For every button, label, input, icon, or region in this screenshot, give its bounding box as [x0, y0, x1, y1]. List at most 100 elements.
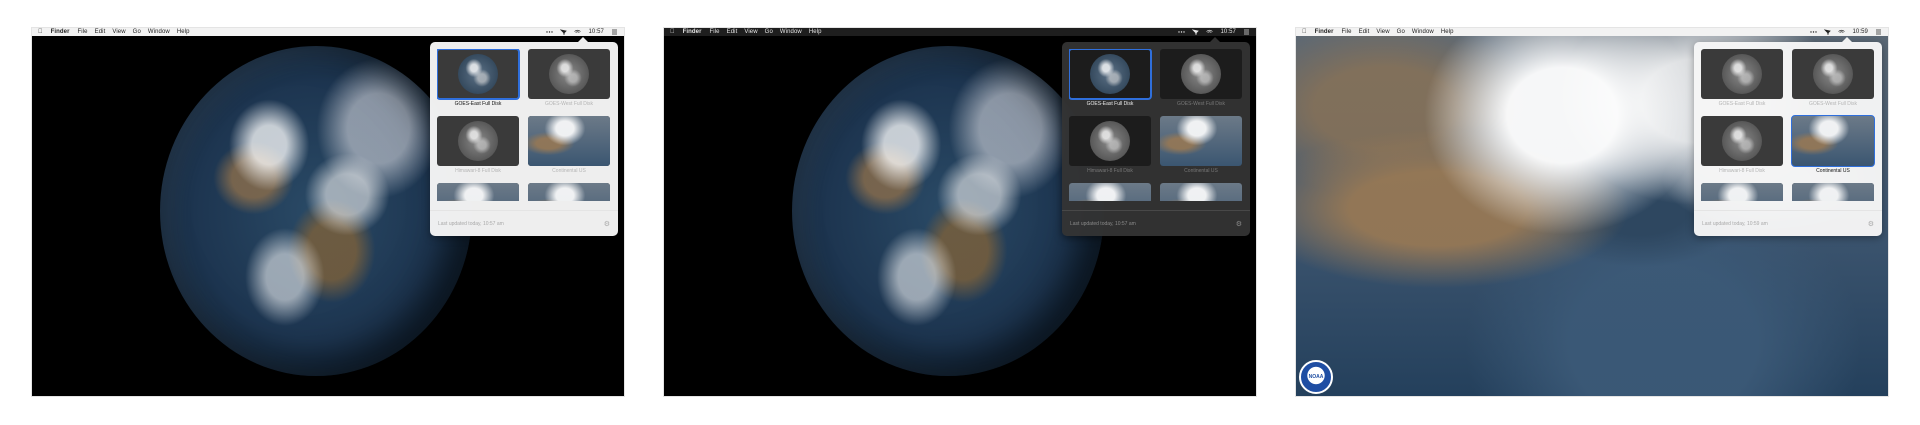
- menu-edit[interactable]: Edit: [727, 29, 738, 35]
- menu-window[interactable]: Window: [148, 29, 170, 35]
- popover-footer: Last updated today, 10:57 am ⚙: [430, 210, 618, 236]
- screenshot-3:  Finder File Edit View Go Window Help 1…: [1296, 28, 1888, 396]
- menu-app-name[interactable]: Finder: [51, 29, 70, 35]
- tile-thumbnail[interactable]: [437, 183, 519, 201]
- tile-thumbnail[interactable]: [528, 116, 610, 166]
- menu-window[interactable]: Window: [1412, 29, 1434, 35]
- screenshot-2:  Finder File Edit View Go Window Help 1…: [664, 28, 1256, 396]
- tile-extra-2[interactable]: [528, 183, 610, 201]
- last-updated-text: Last updated today, 10:57 am: [438, 220, 504, 227]
- menu-edit[interactable]: Edit: [1359, 29, 1370, 35]
- tile-continental-us[interactable]: Continental US: [1791, 115, 1875, 177]
- tile-label: GOES-West Full Disk: [1809, 101, 1857, 107]
- image-grid: GOES-East Full Disk GOES-West Full Disk …: [1701, 49, 1875, 201]
- tile-continental-us[interactable]: Continental US: [528, 116, 610, 177]
- tile-thumbnail[interactable]: [1792, 49, 1874, 99]
- menu-clock[interactable]: 10:59: [1852, 29, 1868, 35]
- tile-extra-1[interactable]: [437, 183, 519, 201]
- tile-himawari[interactable]: Himawari-8 Full Disk: [1701, 116, 1783, 177]
- menu-bar:  Finder File Edit View Go Window Help 1…: [32, 28, 624, 36]
- tile-extra-2[interactable]: [1792, 183, 1874, 201]
- menu-help[interactable]: Help: [809, 29, 822, 35]
- tile-thumbnail[interactable]: [1160, 49, 1242, 99]
- apple-icon[interactable]: : [1302, 29, 1307, 35]
- tile-thumbnail[interactable]: [528, 49, 610, 99]
- tile-label: GOES-West Full Disk: [1177, 101, 1225, 107]
- tile-thumbnail[interactable]: [1160, 183, 1242, 201]
- menu-go[interactable]: Go: [133, 29, 141, 35]
- tile-thumbnail[interactable]: [1069, 116, 1151, 166]
- menu-edit[interactable]: Edit: [95, 29, 106, 35]
- gear-icon[interactable]: ⚙: [1868, 220, 1874, 228]
- tile-thumbnail[interactable]: [1701, 49, 1783, 99]
- tile-thumbnail[interactable]: [1701, 183, 1783, 201]
- tile-goes-west[interactable]: GOES-West Full Disk: [1160, 49, 1242, 110]
- menu-view[interactable]: View: [744, 29, 757, 35]
- list-icon[interactable]: [1243, 29, 1250, 35]
- wifi-icon[interactable]: [1206, 29, 1214, 35]
- tile-goes-west[interactable]: GOES-West Full Disk: [1792, 49, 1874, 110]
- tile-thumbnail[interactable]: [1701, 116, 1783, 166]
- menu-bar:  Finder File Edit View Go Window Help 1…: [1296, 28, 1888, 36]
- tile-label: Himawari-8 Full Disk: [1087, 168, 1133, 174]
- tile-thumbnail[interactable]: [437, 116, 519, 166]
- menu-go[interactable]: Go: [765, 29, 773, 35]
- menu-file[interactable]: File: [78, 29, 88, 35]
- menu-help[interactable]: Help: [177, 29, 190, 35]
- wifi-icon[interactable]: [1838, 29, 1846, 35]
- popover-footer: Last updated today, 10:57 am ⚙: [1062, 210, 1250, 236]
- menu-clock[interactable]: 10:57: [588, 29, 604, 35]
- apple-icon[interactable]: : [38, 29, 43, 35]
- menu-file[interactable]: File: [710, 29, 720, 35]
- gear-icon[interactable]: ⚙: [1236, 220, 1242, 228]
- app-popover: GOES-East Full Disk GOES-West Full Disk …: [430, 37, 618, 236]
- tile-extra-2[interactable]: [1160, 183, 1242, 201]
- menu-app-name[interactable]: Finder: [1315, 29, 1334, 35]
- tile-label: Himawari-8 Full Disk: [1719, 168, 1765, 174]
- tile-thumbnail[interactable]: [437, 49, 520, 100]
- satellite-icon[interactable]: [1192, 29, 1200, 35]
- gear-icon[interactable]: ⚙: [604, 220, 610, 228]
- menu-go[interactable]: Go: [1397, 29, 1405, 35]
- tile-extra-1[interactable]: [1701, 183, 1783, 201]
- apple-icon[interactable]: : [670, 29, 675, 35]
- menu-clock[interactable]: 10:57: [1220, 29, 1236, 35]
- list-icon[interactable]: [1875, 29, 1882, 35]
- satellite-icon[interactable]: [1824, 29, 1832, 35]
- tile-thumbnail[interactable]: [528, 183, 610, 201]
- menu-window[interactable]: Window: [780, 29, 802, 35]
- last-updated-text: Last updated today, 10:57 am: [1070, 220, 1136, 227]
- wifi-icon[interactable]: [574, 29, 582, 35]
- menu-view[interactable]: View: [112, 29, 125, 35]
- tile-goes-east[interactable]: GOES-East Full Disk: [1069, 49, 1152, 110]
- more-icon[interactable]: [1810, 29, 1818, 35]
- tile-thumbnail[interactable]: [1792, 183, 1874, 201]
- tile-goes-east[interactable]: GOES-East Full Disk: [437, 49, 520, 110]
- noaa-logo: NOAA: [1299, 360, 1333, 394]
- tile-label: GOES-East Full Disk: [454, 101, 502, 107]
- tile-goes-west[interactable]: GOES-West Full Disk: [528, 49, 610, 110]
- last-updated-text: Last updated today, 10:59 am: [1702, 220, 1768, 227]
- more-icon[interactable]: [1178, 29, 1186, 35]
- menu-view[interactable]: View: [1376, 29, 1389, 35]
- tile-continental-us[interactable]: Continental US: [1160, 116, 1242, 177]
- satellite-icon[interactable]: [560, 29, 568, 35]
- more-icon[interactable]: [546, 29, 554, 35]
- tile-label: Continental US: [552, 168, 586, 174]
- menu-bar:  Finder File Edit View Go Window Help 1…: [664, 28, 1256, 36]
- earth-image: [792, 46, 1104, 376]
- tile-himawari[interactable]: Himawari-8 Full Disk: [1069, 116, 1151, 177]
- list-icon[interactable]: [611, 29, 618, 35]
- menu-help[interactable]: Help: [1441, 29, 1454, 35]
- tile-extra-1[interactable]: [1069, 183, 1151, 201]
- tile-label: Himawari-8 Full Disk: [455, 168, 501, 174]
- tile-thumbnail[interactable]: [1069, 49, 1152, 100]
- tile-himawari[interactable]: Himawari-8 Full Disk: [437, 116, 519, 177]
- menu-file[interactable]: File: [1342, 29, 1352, 35]
- tile-thumbnail[interactable]: [1791, 115, 1875, 167]
- tile-thumbnail[interactable]: [1160, 116, 1242, 166]
- tile-goes-east[interactable]: GOES-East Full Disk: [1701, 49, 1783, 110]
- tile-label: GOES-East Full Disk: [1718, 101, 1766, 107]
- menu-app-name[interactable]: Finder: [683, 29, 702, 35]
- tile-thumbnail[interactable]: [1069, 183, 1151, 201]
